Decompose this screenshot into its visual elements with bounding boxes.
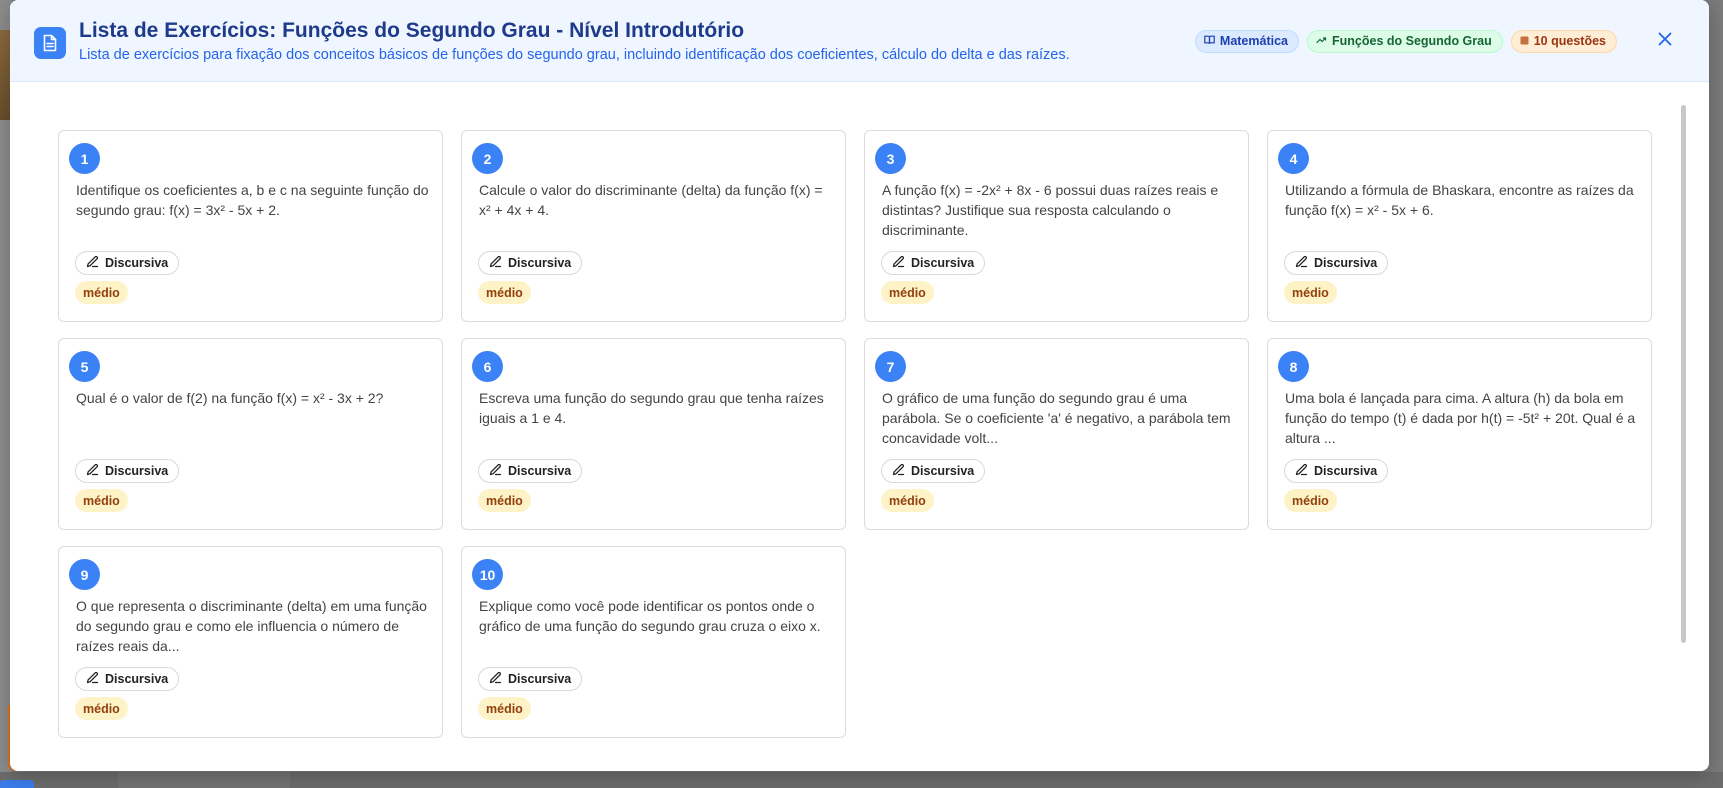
question-type-chip: Discursiva [478,459,583,483]
question-type-label: Discursiva [911,464,975,478]
question-card[interactable]: 5 Qual é o valor de f(2) na função f(x) … [58,338,443,530]
difficulty-badge: médio [478,697,531,720]
question-type-chip: Discursiva [75,459,180,483]
scrollbar[interactable] [1681,105,1689,731]
exercise-list-modal: Lista de Exercícios: Funções do Segundo … [10,0,1709,771]
question-number-badge: 5 [69,351,100,382]
question-text: Identifique os coeficientes a, b e c na … [76,182,429,218]
question-type-label: Discursiva [105,464,169,478]
pencil-icon [892,255,905,271]
question-card[interactable]: 10 Explique como você pode identificar o… [461,546,846,738]
modal-header: Lista de Exercícios: Funções do Segundo … [10,0,1709,82]
question-card[interactable]: 4 Utilizando a fórmula de Bhaskara, enco… [1267,130,1652,322]
difficulty-badge: médio [75,281,128,304]
question-count-label: 10 questões [1533,34,1606,48]
question-text: Explique como você pode identificar os p… [479,598,821,634]
question-text: Calcule o valor do discriminante (delta)… [479,182,823,218]
question-count-badge: 10 questões [1510,29,1617,53]
question-text: Qual é o valor de f(2) na função f(x) = … [76,390,384,406]
question-type-chip: Discursiva [478,667,583,691]
question-number-badge: 7 [875,351,906,382]
question-type-label: Discursiva [105,256,169,270]
question-number-badge: 4 [1278,143,1309,174]
question-number-badge: 6 [472,351,503,382]
difficulty-badge: médio [881,489,934,512]
question-type-chip: Discursiva [75,251,180,275]
question-text: Uma bola é lançada para cima. A altura (… [1285,390,1636,446]
difficulty-badge: médio [478,489,531,512]
topic-badge-label: Funções do Segundo Grau [1332,34,1492,48]
question-number-badge: 3 [875,143,906,174]
modal-subtitle: Lista de exercícios para fixação dos con… [79,47,1070,63]
question-card[interactable]: 7 O gráfico de uma função do segundo gra… [864,338,1249,530]
document-icon [34,27,66,59]
question-type-label: Discursiva [1314,464,1378,478]
question-card[interactable]: 8 Uma bola é lançada para cima. A altura… [1267,338,1652,530]
difficulty-badge: médio [1284,281,1337,304]
question-type-label: Discursiva [1314,256,1378,270]
question-type-chip: Discursiva [881,459,986,483]
question-type-label: Discursiva [508,256,572,270]
trend-icon [1316,34,1327,48]
question-text: A função f(x) = -2x² + 8x - 6 possui dua… [882,182,1219,238]
subject-badge-label: Matemática [1219,34,1288,48]
question-type-label: Discursiva [105,672,169,686]
question-number-badge: 10 [472,559,503,590]
pencil-icon [892,463,905,479]
subject-badge: Matemática [1194,29,1299,53]
question-number-badge: 8 [1278,351,1309,382]
pencil-icon [86,255,99,271]
question-text: Utilizando a fórmula de Bhaskara, encont… [1285,182,1634,218]
question-card[interactable]: 3 A função f(x) = -2x² + 8x - 6 possui d… [864,130,1249,322]
question-type-chip: Discursiva [1284,251,1389,275]
question-type-chip: Discursiva [75,667,180,691]
question-type-chip: Discursiva [881,251,986,275]
question-type-chip: Discursiva [1284,459,1389,483]
question-card[interactable]: 6 Escreva uma função do segundo grau que… [461,338,846,530]
pencil-icon [86,671,99,687]
difficulty-badge: médio [1284,489,1337,512]
question-type-chip: Discursiva [478,251,583,275]
difficulty-badge: médio [881,281,934,304]
close-icon [1658,32,1672,51]
question-card[interactable]: 1 Identifique os coeficientes a, b e c n… [58,130,443,322]
pencil-icon [489,463,502,479]
square-icon [1520,34,1529,48]
question-number-badge: 2 [472,143,503,174]
pencil-icon [1295,255,1308,271]
question-card[interactable]: 9 O que representa o discriminante (delt… [58,546,443,738]
background-button [0,780,34,788]
question-type-label: Discursiva [508,464,572,478]
question-type-label: Discursiva [911,256,975,270]
close-button[interactable] [1653,29,1677,53]
pencil-icon [86,463,99,479]
pencil-icon [489,255,502,271]
topic-badge: Funções do Segundo Grau [1307,29,1503,53]
difficulty-badge: médio [478,281,531,304]
scrollbar-thumb[interactable] [1681,105,1686,643]
question-number-badge: 1 [69,143,100,174]
pencil-icon [1295,463,1308,479]
question-type-label: Discursiva [508,672,572,686]
difficulty-badge: médio [75,697,128,720]
modal-body: 1 Identifique os coeficientes a, b e c n… [10,83,1709,771]
pencil-icon [489,671,502,687]
question-text: O que representa o discriminante (delta)… [76,598,427,654]
question-text: O gráfico de uma função do segundo grau … [882,390,1231,446]
question-text: Escreva uma função do segundo grau que t… [479,390,824,426]
question-card[interactable]: 2 Calcule o valor do discriminante (delt… [461,130,846,322]
book-icon [1204,34,1215,48]
question-grid: 1 Identifique os coeficientes a, b e c n… [58,130,1652,738]
question-number-badge: 9 [69,559,100,590]
header-badges: Matemática Funções do Segundo Grau 10 qu… [1194,29,1709,53]
background-footer-panel [118,772,290,788]
modal-title: Lista de Exercícios: Funções do Segundo … [79,19,745,42]
difficulty-badge: médio [75,489,128,512]
